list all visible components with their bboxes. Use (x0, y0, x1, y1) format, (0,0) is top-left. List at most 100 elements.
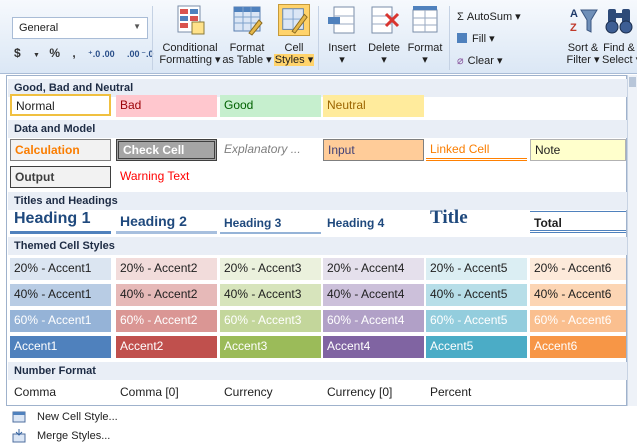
insert-button[interactable]: Insert ▾ (322, 4, 362, 66)
format-as-table-icon (233, 6, 263, 36)
section-header-themed-cell-styles: Themed Cell Styles (8, 237, 627, 255)
fill-label: Fill ▾ (472, 33, 495, 45)
cell-styles-button[interactable]: Cell Styles ▾ (274, 4, 314, 66)
format-button[interactable]: Format ▾ (405, 4, 445, 66)
delete-dropdown-arrow: ▾ (381, 54, 387, 66)
chevron-down-icon: ▼ (133, 22, 141, 31)
cell-styles-label-1: Cell (284, 42, 304, 54)
style-20-accent4[interactable]: 20% - Accent4 (323, 258, 424, 280)
style-good[interactable]: Good (220, 95, 321, 117)
style-percent[interactable]: Percent (426, 382, 527, 404)
style-bad[interactable]: Bad (116, 95, 217, 117)
cell-styles-gallery: Good, Bad and Neutral Normal Bad Good Ne… (6, 75, 627, 406)
scrollbar-thumb[interactable] (629, 77, 636, 87)
svg-text:A: A (570, 8, 578, 20)
style-input[interactable]: Input (323, 139, 424, 161)
style-linked-cell[interactable]: Linked Cell (426, 139, 527, 161)
style-explanatory[interactable]: Explanatory ... (220, 139, 321, 161)
style-currency[interactable]: Currency (220, 382, 321, 404)
percent-button[interactable]: % (49, 46, 60, 60)
number-buttons: $ ▼ % , ⁺.0 .00 .00 ⁻.0 (14, 46, 163, 60)
style-total[interactable]: Total (530, 211, 626, 233)
style-20-accent3[interactable]: 20% - Accent3 (220, 258, 321, 280)
binoculars-icon (605, 9, 633, 34)
gallery-scrollbar[interactable] (627, 75, 637, 406)
style-warning-text[interactable]: Warning Text (116, 166, 217, 188)
insert-label: Insert (328, 42, 356, 54)
style-accent5[interactable]: Accent5 (426, 336, 527, 358)
find-select-button[interactable]: Find & Select ▾ (602, 4, 637, 66)
style-note[interactable]: Note (530, 139, 626, 161)
clear-button[interactable]: ⌀ Clear ▾ (457, 54, 503, 67)
style-40-accent4[interactable]: 40% - Accent4 (323, 284, 424, 306)
new-cell-style-menu-item[interactable]: New Cell Style... (0, 408, 637, 427)
fill-button[interactable]: Fill ▾ (457, 32, 495, 45)
merge-styles-menu-item[interactable]: Merge Styles... (0, 427, 637, 444)
style-check-cell[interactable]: Check Cell (116, 139, 217, 161)
insert-cells-icon (328, 6, 355, 34)
style-calculation[interactable]: Calculation (10, 139, 111, 161)
style-40-accent6[interactable]: 40% - Accent6 (530, 284, 626, 306)
style-20-accent5[interactable]: 20% - Accent5 (426, 258, 527, 280)
style-heading-4[interactable]: Heading 4 (323, 212, 424, 234)
style-accent4[interactable]: Accent4 (323, 336, 424, 358)
delete-cells-icon (371, 6, 400, 34)
decrease-decimal-button[interactable]: .00 ⁻.0 (127, 49, 154, 60)
section-header-number-format: Number Format (8, 362, 627, 380)
format-as-table-button[interactable]: Format as Table ▾ (222, 4, 272, 66)
style-comma-0[interactable]: Comma [0] (116, 382, 217, 404)
sort-filter-label-2: Filter ▾ (566, 54, 600, 66)
format-as-table-label-2: as Table ▾ (222, 54, 272, 66)
style-neutral[interactable]: Neutral (323, 95, 424, 117)
sort-filter-icon: A Z (570, 8, 598, 34)
style-60-accent3[interactable]: 60% - Accent3 (220, 310, 321, 332)
delete-label: Delete (368, 42, 400, 54)
conditional-formatting-label-1: Conditional (162, 42, 218, 54)
cell-styles-label-2: Styles ▾ (274, 54, 314, 66)
comma-button[interactable]: , (72, 46, 75, 60)
style-heading-2[interactable]: Heading 2 (116, 210, 217, 234)
style-normal[interactable]: Normal (10, 94, 111, 116)
new-cell-style-label: New Cell Style... (37, 411, 118, 423)
style-accent6[interactable]: Accent6 (530, 336, 626, 358)
conditional-formatting-icon (177, 5, 205, 35)
style-heading-3[interactable]: Heading 3 (220, 212, 321, 234)
style-60-accent4[interactable]: 60% - Accent4 (323, 310, 424, 332)
ribbon: General ▼ $ ▼ % , ⁺.0 .00 .00 ⁻.0 Condit… (0, 0, 637, 74)
style-accent2[interactable]: Accent2 (116, 336, 217, 358)
style-60-accent6[interactable]: 60% - Accent6 (530, 310, 626, 332)
format-dropdown-arrow: ▾ (422, 54, 428, 66)
separator (449, 6, 450, 70)
number-format-value: General (19, 22, 59, 34)
style-20-accent6[interactable]: 20% - Accent6 (530, 258, 626, 280)
style-currency-0[interactable]: Currency [0] (323, 382, 424, 404)
style-40-accent2[interactable]: 40% - Accent2 (116, 284, 217, 306)
sort-filter-label-1: Sort & (567, 42, 599, 54)
find-select-label-2: Select ▾ (602, 54, 637, 66)
autosum-button[interactable]: Σ AutoSum ▾ (457, 10, 521, 23)
style-20-accent1[interactable]: 20% - Accent1 (10, 258, 111, 280)
style-comma[interactable]: Comma (10, 382, 111, 404)
increase-decimal-button[interactable]: ⁺.0 .00 (88, 49, 115, 60)
style-accent1[interactable]: Accent1 (10, 336, 111, 358)
style-40-accent1[interactable]: 40% - Accent1 (10, 284, 111, 306)
sort-filter-button[interactable]: A Z Sort & Filter ▾ (566, 4, 600, 66)
style-accent3[interactable]: Accent3 (220, 336, 321, 358)
conditional-formatting-button[interactable]: Conditional Formatting ▾ (158, 4, 222, 66)
style-40-accent3[interactable]: 40% - Accent3 (220, 284, 321, 306)
format-label: Format (407, 42, 443, 54)
number-format-dropdown[interactable]: General ▼ (12, 17, 148, 39)
svg-text:Z: Z (570, 22, 577, 34)
style-20-accent2[interactable]: 20% - Accent2 (116, 258, 217, 280)
style-60-accent2[interactable]: 60% - Accent2 (116, 310, 217, 332)
currency-button[interactable]: $ (14, 46, 21, 60)
style-output[interactable]: Output (10, 166, 111, 188)
style-60-accent5[interactable]: 60% - Accent5 (426, 310, 527, 332)
conditional-formatting-label-2: Formatting ▾ (159, 54, 221, 66)
delete-button[interactable]: Delete ▾ (364, 4, 404, 66)
style-40-accent5[interactable]: 40% - Accent5 (426, 284, 527, 306)
merge-styles-icon (12, 429, 26, 443)
style-title[interactable]: Title (426, 207, 527, 233)
style-60-accent1[interactable]: 60% - Accent1 (10, 310, 111, 332)
style-heading-1[interactable]: Heading 1 (10, 209, 111, 234)
